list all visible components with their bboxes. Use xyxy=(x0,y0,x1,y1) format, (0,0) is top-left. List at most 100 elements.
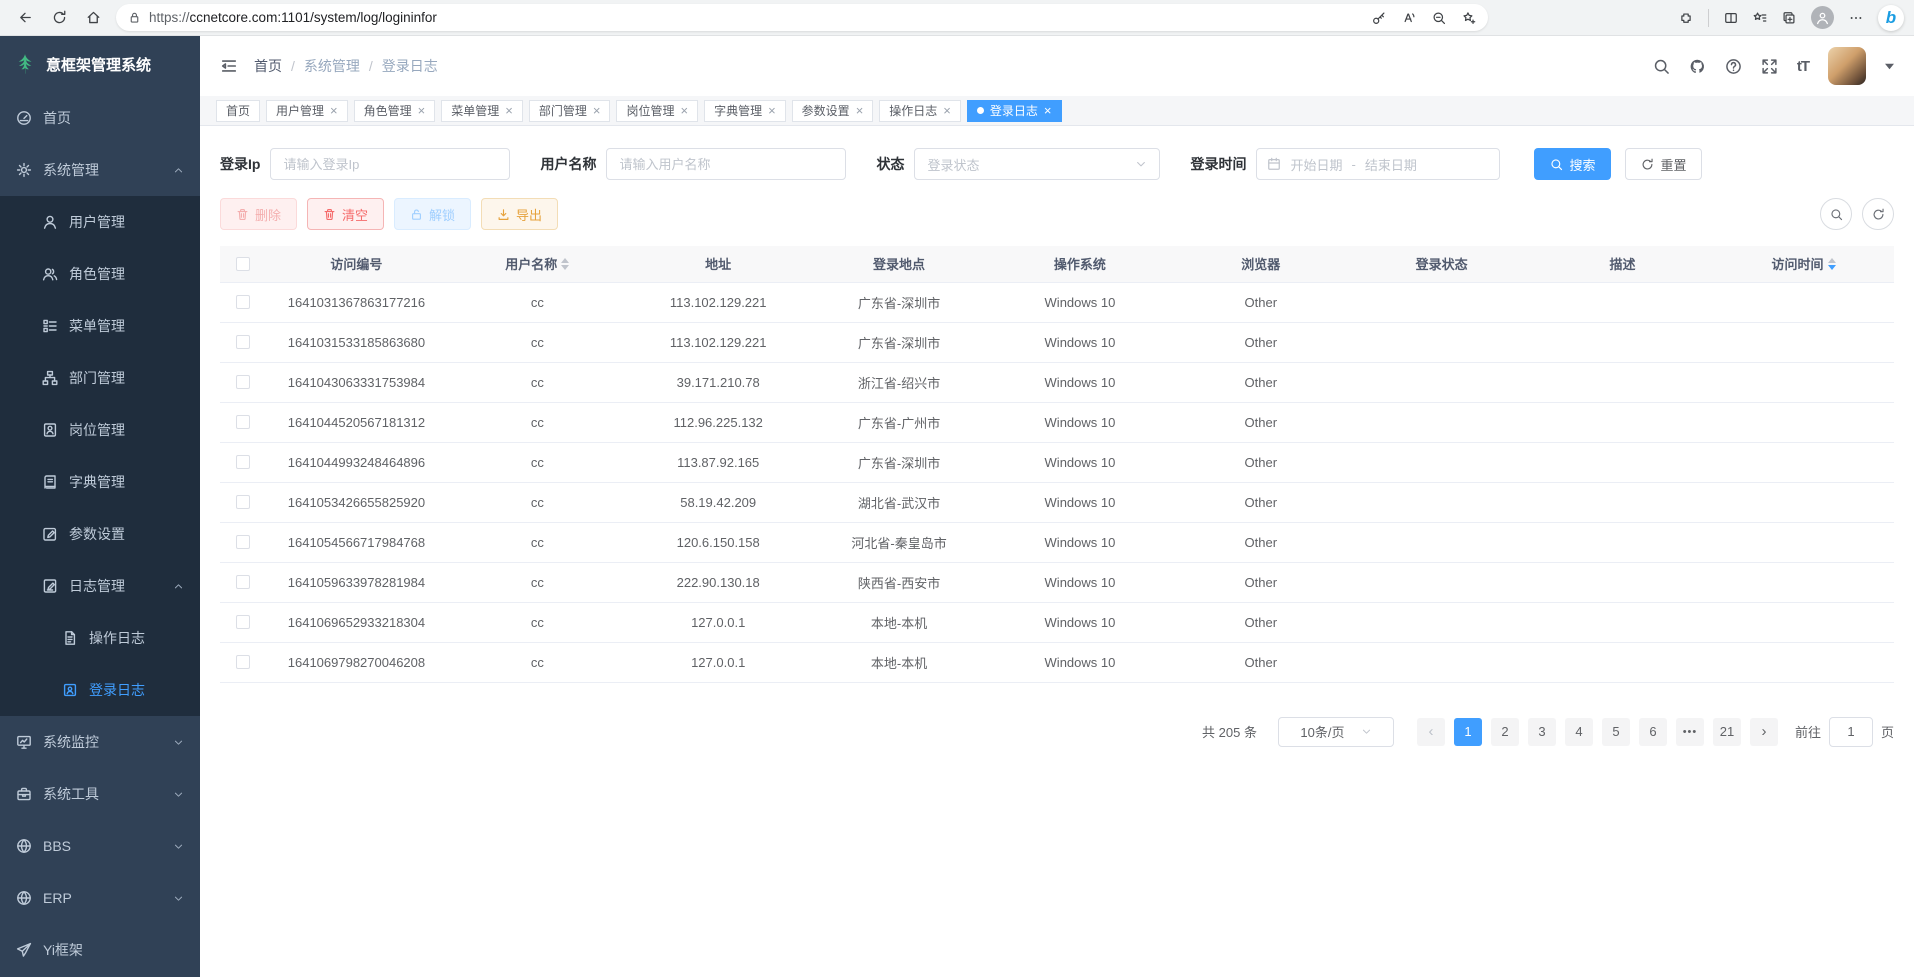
close-icon[interactable]: × xyxy=(680,104,688,117)
hamburger-icon[interactable] xyxy=(220,57,238,75)
user-name-input[interactable] xyxy=(606,148,846,180)
chevron-down-icon[interactable] xyxy=(1885,62,1894,71)
close-icon[interactable]: × xyxy=(856,104,864,117)
user-avatar[interactable] xyxy=(1828,47,1866,85)
fullscreen-icon[interactable] xyxy=(1761,58,1778,75)
font-size-icon[interactable]: tT xyxy=(1797,58,1809,75)
sort-caret-icon[interactable] xyxy=(561,258,569,270)
page-size-select[interactable]: 10条/页 xyxy=(1278,717,1394,747)
page-button-5[interactable]: 5 xyxy=(1602,718,1630,746)
page-button-3[interactable]: 3 xyxy=(1528,718,1556,746)
reset-button[interactable]: 重置 xyxy=(1625,148,1702,180)
add-favorite-icon[interactable] xyxy=(1462,11,1476,25)
sidebar-item-param-settings[interactable]: 参数设置 xyxy=(0,508,200,560)
close-icon[interactable]: × xyxy=(943,104,951,117)
tab-post-mgmt[interactable]: 岗位管理× xyxy=(616,100,698,122)
address-bar[interactable]: https://ccnetcore.com:1101/system/log/lo… xyxy=(116,4,1488,31)
browser-profile-icon[interactable] xyxy=(1811,6,1834,29)
page-button-1[interactable]: 1 xyxy=(1454,718,1482,746)
tab-menu-mgmt[interactable]: 菜单管理× xyxy=(441,100,523,122)
sidebar-item-dept-mgmt[interactable]: 部门管理 xyxy=(0,352,200,404)
row-checkbox[interactable] xyxy=(236,375,250,389)
sidebar-item-sys-monitor[interactable]: 系统监控 xyxy=(0,716,200,768)
sidebar-item-system-mgmt[interactable]: 系统管理 xyxy=(0,144,200,196)
breadcrumb-item[interactable]: 系统管理 xyxy=(304,56,360,76)
close-icon[interactable]: × xyxy=(330,104,338,117)
page-button-2[interactable]: 2 xyxy=(1491,718,1519,746)
row-checkbox[interactable] xyxy=(236,495,250,509)
tab-dept-mgmt[interactable]: 部门管理× xyxy=(529,100,611,122)
sidebar-item-role-mgmt[interactable]: 角色管理 xyxy=(0,248,200,300)
sidebar-item-log-mgmt[interactable]: 日志管理 xyxy=(0,560,200,612)
column-header-time[interactable]: 访问时间 xyxy=(1713,246,1894,282)
page-button-4[interactable]: 4 xyxy=(1565,718,1593,746)
sidebar-item-sys-tools[interactable]: 系统工具 xyxy=(0,768,200,820)
sidebar-item-bbs[interactable]: BBS xyxy=(0,820,200,872)
page-button-6[interactable]: 6 xyxy=(1639,718,1667,746)
tab-user-mgmt[interactable]: 用户管理× xyxy=(266,100,348,122)
row-checkbox[interactable] xyxy=(236,575,250,589)
reload-icon[interactable] xyxy=(44,4,74,32)
sidebar-item-oper-log[interactable]: 操作日志 xyxy=(0,612,200,664)
breadcrumb-item[interactable]: 首页 xyxy=(254,56,282,76)
tab-param-settings[interactable]: 参数设置× xyxy=(792,100,874,122)
sidebar-item-user-mgmt[interactable]: 用户管理 xyxy=(0,196,200,248)
table-search-toggle-button[interactable] xyxy=(1820,198,1852,230)
goto-page-input[interactable] xyxy=(1829,717,1873,747)
page-button-21[interactable]: 21 xyxy=(1713,718,1741,746)
collections-icon[interactable] xyxy=(1782,11,1796,25)
key-icon[interactable] xyxy=(1372,11,1386,25)
table-refresh-button[interactable] xyxy=(1862,198,1894,230)
extensions-icon[interactable] xyxy=(1679,11,1693,25)
github-icon[interactable] xyxy=(1689,58,1706,75)
tab-dict-mgmt[interactable]: 字典管理× xyxy=(704,100,786,122)
help-icon[interactable] xyxy=(1725,58,1742,75)
sidebar-item-home[interactable]: 首页 xyxy=(0,92,200,144)
close-icon[interactable]: × xyxy=(593,104,601,117)
date-range-picker[interactable]: 开始日期 - 结束日期 xyxy=(1256,148,1500,180)
tab-oper-log[interactable]: 操作日志× xyxy=(879,100,961,122)
search-icon[interactable] xyxy=(1653,58,1670,75)
split-screen-icon[interactable] xyxy=(1724,11,1738,25)
tab-login-log[interactable]: 登录日志× xyxy=(967,100,1062,122)
tab-role-mgmt[interactable]: 角色管理× xyxy=(354,100,436,122)
more-icon[interactable] xyxy=(1849,11,1863,25)
select-all-checkbox[interactable] xyxy=(236,257,250,271)
column-header-user[interactable]: 用户名称 xyxy=(447,246,628,282)
close-icon[interactable]: × xyxy=(418,104,426,117)
unlock-button[interactable]: 解锁 xyxy=(394,198,471,230)
sidebar-item-dict-mgmt[interactable]: 字典管理 xyxy=(0,456,200,508)
prev-page-button[interactable]: ‹ xyxy=(1417,718,1445,746)
favorites-bar-icon[interactable] xyxy=(1753,11,1767,25)
clear-button[interactable]: 清空 xyxy=(307,198,384,230)
export-button[interactable]: 导出 xyxy=(481,198,558,230)
sidebar-item-login-log[interactable]: 登录日志 xyxy=(0,664,200,716)
next-page-button[interactable]: › xyxy=(1750,718,1778,746)
row-checkbox[interactable] xyxy=(236,415,250,429)
zoom-out-icon[interactable] xyxy=(1432,11,1446,25)
close-icon[interactable]: × xyxy=(505,104,513,117)
login-ip-input[interactable] xyxy=(270,148,510,180)
sidebar-item-yi-framework[interactable]: Yi框架 xyxy=(0,924,200,976)
row-checkbox[interactable] xyxy=(236,455,250,469)
row-checkbox[interactable] xyxy=(236,655,250,669)
cell-time xyxy=(1713,322,1894,362)
search-button[interactable]: 搜索 xyxy=(1534,148,1611,180)
close-icon[interactable]: × xyxy=(1044,104,1052,117)
sidebar-item-post-mgmt[interactable]: 岗位管理 xyxy=(0,404,200,456)
delete-button[interactable]: 删除 xyxy=(220,198,297,230)
row-checkbox[interactable] xyxy=(236,335,250,349)
sidebar-item-menu-mgmt[interactable]: 菜单管理 xyxy=(0,300,200,352)
tab-home[interactable]: 首页 xyxy=(216,100,260,122)
status-select[interactable]: 登录状态 xyxy=(914,148,1160,180)
home-icon[interactable] xyxy=(78,4,108,32)
row-checkbox[interactable] xyxy=(236,615,250,629)
back-icon[interactable] xyxy=(10,4,40,32)
read-aloud-icon[interactable] xyxy=(1402,11,1416,25)
bing-icon[interactable]: b xyxy=(1878,5,1904,31)
row-checkbox[interactable] xyxy=(236,535,250,549)
sidebar-item-erp[interactable]: ERP xyxy=(0,872,200,924)
close-icon[interactable]: × xyxy=(768,104,776,117)
row-checkbox[interactable] xyxy=(236,295,250,309)
sort-caret-icon[interactable] xyxy=(1828,258,1836,270)
